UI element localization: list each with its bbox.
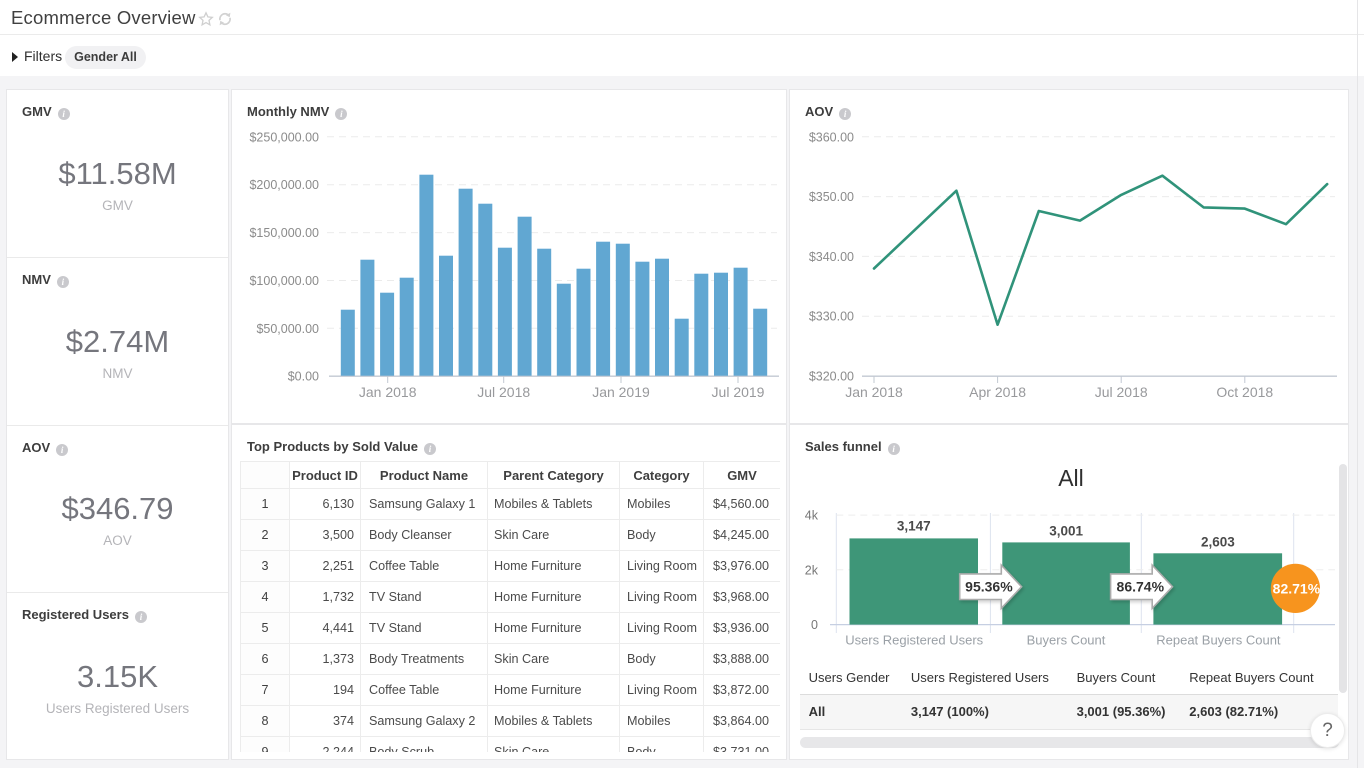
svg-text:82.71%: 82.71%	[1273, 580, 1321, 596]
svg-text:Jan 2018: Jan 2018	[359, 384, 417, 400]
svg-text:$200,000.00: $200,000.00	[249, 178, 319, 192]
svg-text:Jul 2018: Jul 2018	[1095, 384, 1148, 400]
svg-text:Jul 2018: Jul 2018	[477, 384, 530, 400]
svg-text:Buyers Count: Buyers Count	[1027, 633, 1106, 648]
svg-text:$360.00: $360.00	[809, 130, 854, 144]
svg-text:$330.00: $330.00	[809, 310, 854, 324]
svg-text:2,603: 2,603	[1201, 535, 1235, 550]
svg-text:$100,000.00: $100,000.00	[249, 274, 319, 288]
svg-text:0: 0	[811, 618, 818, 632]
svg-text:Apr 2018: Apr 2018	[969, 384, 1026, 400]
svg-text:95.36%: 95.36%	[965, 578, 1013, 594]
svg-text:Oct 2018: Oct 2018	[1216, 384, 1273, 400]
svg-text:Users Registered Users: Users Registered Users	[845, 633, 983, 648]
svg-text:Jul 2019: Jul 2019	[712, 384, 765, 400]
svg-text:Jan 2019: Jan 2019	[592, 384, 650, 400]
svg-text:3,147: 3,147	[897, 519, 931, 534]
svg-text:$340.00: $340.00	[809, 250, 854, 264]
svg-text:4k: 4k	[805, 509, 819, 523]
svg-text:$0.00: $0.00	[288, 370, 319, 384]
svg-text:$150,000.00: $150,000.00	[249, 226, 319, 240]
svg-text:Jan 2018: Jan 2018	[845, 384, 903, 400]
svg-text:$250,000.00: $250,000.00	[249, 130, 319, 144]
svg-text:$320.00: $320.00	[809, 370, 854, 384]
svg-text:2k: 2k	[805, 563, 819, 577]
svg-text:Repeat Buyers Count: Repeat Buyers Count	[1156, 633, 1281, 648]
svg-text:$350.00: $350.00	[809, 190, 854, 204]
svg-text:3,001: 3,001	[1049, 523, 1083, 538]
svg-text:$50,000.00: $50,000.00	[256, 322, 319, 336]
svg-text:86.74%: 86.74%	[1117, 578, 1165, 594]
